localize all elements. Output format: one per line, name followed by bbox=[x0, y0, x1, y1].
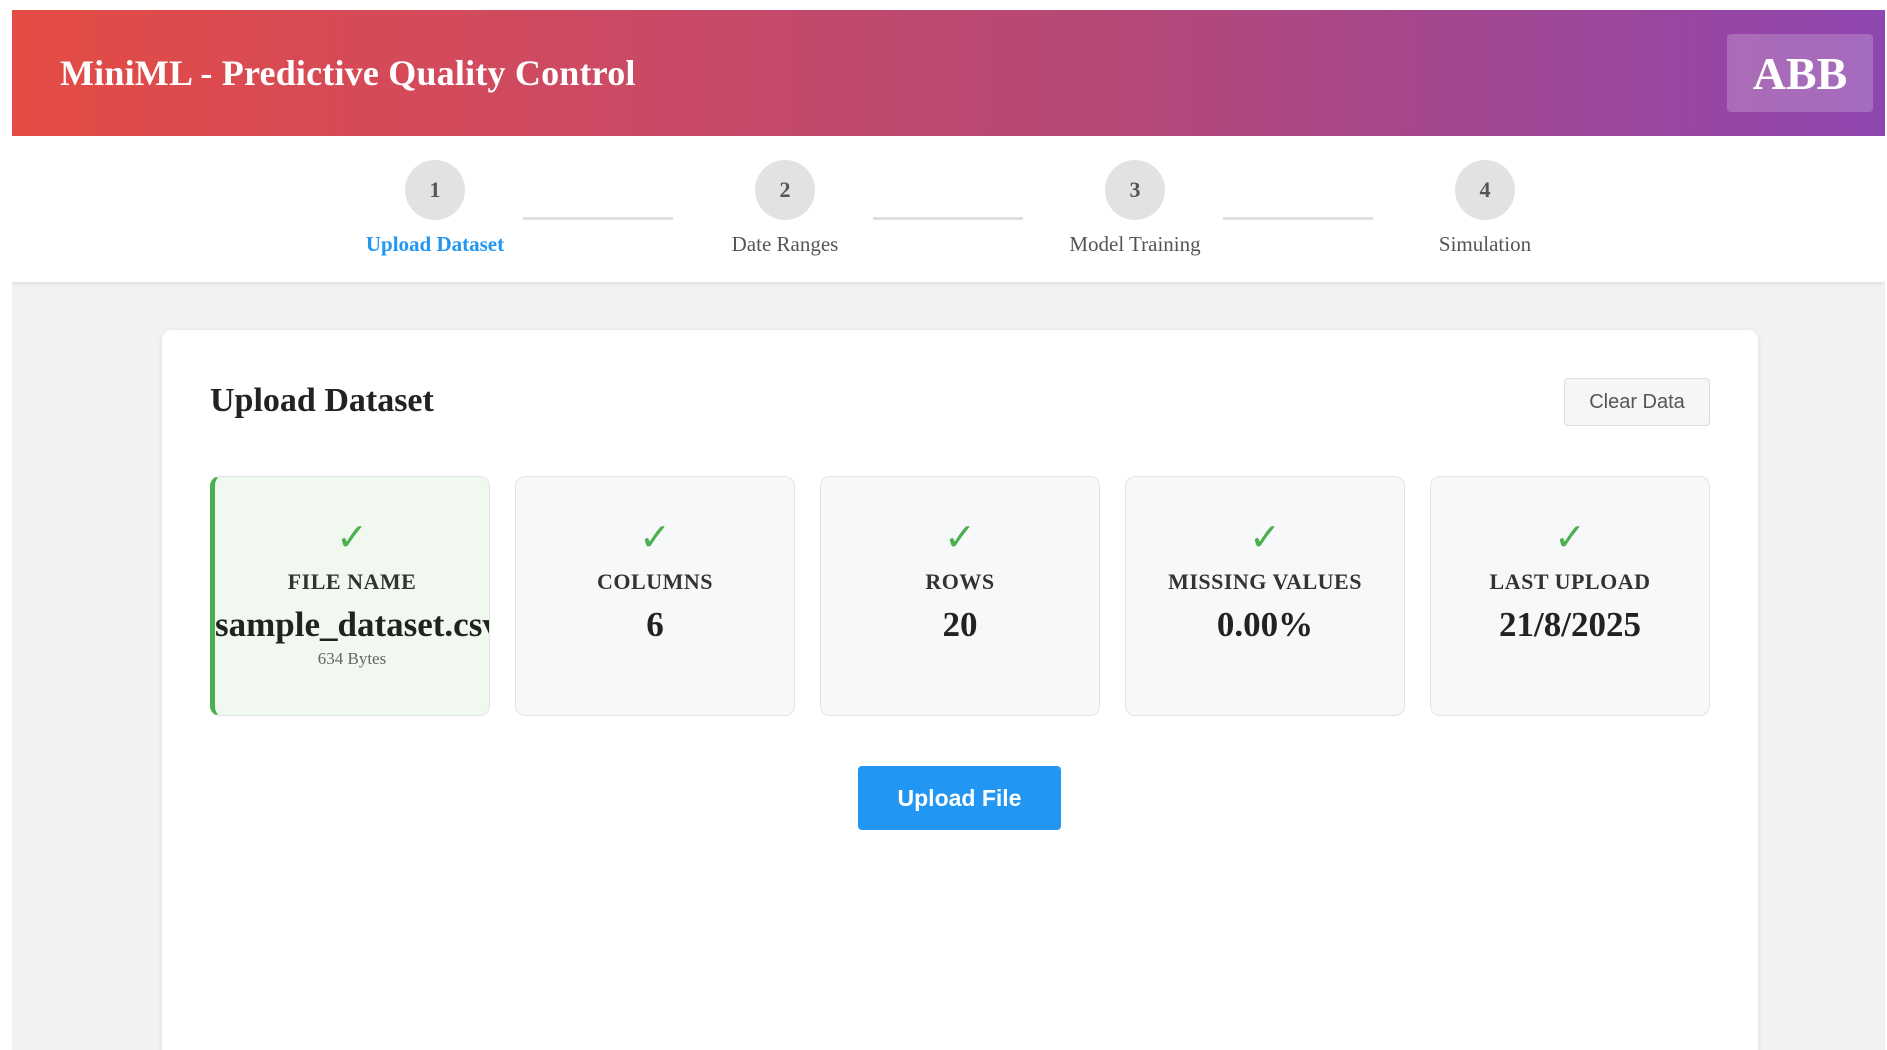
step-label: Simulation bbox=[1438, 232, 1532, 256]
step-connector bbox=[523, 217, 673, 220]
upload-file-button[interactable]: Upload File bbox=[858, 766, 1061, 830]
page-title: Upload Dataset bbox=[210, 382, 434, 419]
app-title: MiniML - Predictive Quality Control bbox=[60, 53, 636, 93]
stat-label: MISSING VALUES bbox=[1168, 569, 1362, 594]
stat-label: LAST UPLOAD bbox=[1489, 569, 1651, 594]
stat-file-name: ✓ FILE NAME sample_dataset.csv 634 Bytes bbox=[210, 476, 490, 716]
upload-dataset-card: Upload Dataset Clear Data ✓ FILE NAME sa… bbox=[162, 330, 1758, 1050]
step-connector bbox=[1223, 217, 1373, 220]
step-number: 3 bbox=[1105, 160, 1165, 220]
step-number: 1 bbox=[405, 160, 465, 220]
step-label: Date Ranges bbox=[731, 232, 839, 256]
check-icon: ✓ bbox=[944, 515, 976, 559]
stat-missing-values: ✓ MISSING VALUES 0.00% bbox=[1125, 476, 1405, 716]
step-number: 2 bbox=[755, 160, 815, 220]
app-frame: MiniML - Predictive Quality Control ABB … bbox=[12, 10, 1885, 1050]
stat-value: 0.00% bbox=[1216, 605, 1314, 644]
step-simulation[interactable]: 4 Simulation bbox=[1375, 160, 1595, 257]
progress-stepper: 1 Upload Dataset 2 Date Ranges 3 Model T… bbox=[12, 136, 1885, 282]
step-date-ranges[interactable]: 2 Date Ranges bbox=[675, 160, 895, 257]
step-upload-dataset[interactable]: 1 Upload Dataset bbox=[325, 160, 545, 257]
stat-label: FILE NAME bbox=[287, 569, 417, 594]
step-label: Model Training bbox=[1069, 232, 1201, 256]
check-icon: ✓ bbox=[639, 515, 671, 559]
check-icon: ✓ bbox=[1249, 515, 1281, 559]
stat-rows: ✓ ROWS 20 bbox=[820, 476, 1100, 716]
check-icon: ✓ bbox=[336, 515, 368, 559]
stat-value: sample_dataset.csv bbox=[215, 605, 490, 644]
stat-columns: ✓ COLUMNS 6 bbox=[515, 476, 795, 716]
stat-value: 21/8/2025 bbox=[1499, 605, 1641, 644]
dataset-stats: ✓ FILE NAME sample_dataset.csv 634 Bytes… bbox=[210, 476, 1710, 716]
stat-value: 20 bbox=[942, 605, 978, 644]
stat-last-upload: ✓ LAST UPLOAD 21/8/2025 bbox=[1430, 476, 1710, 716]
step-number: 4 bbox=[1455, 160, 1515, 220]
step-connector bbox=[873, 217, 1023, 220]
file-size: 634 Bytes bbox=[317, 649, 387, 668]
stat-label: ROWS bbox=[925, 569, 995, 594]
stat-value: 6 bbox=[646, 605, 664, 644]
step-label: Upload Dataset bbox=[365, 232, 505, 256]
app-header: MiniML - Predictive Quality Control ABB bbox=[12, 10, 1885, 136]
stat-label: COLUMNS bbox=[597, 569, 713, 594]
brand-logo: ABB bbox=[1727, 34, 1873, 112]
step-model-training[interactable]: 3 Model Training bbox=[1025, 160, 1245, 257]
clear-data-button[interactable]: Clear Data bbox=[1564, 378, 1710, 426]
check-icon: ✓ bbox=[1554, 515, 1586, 559]
